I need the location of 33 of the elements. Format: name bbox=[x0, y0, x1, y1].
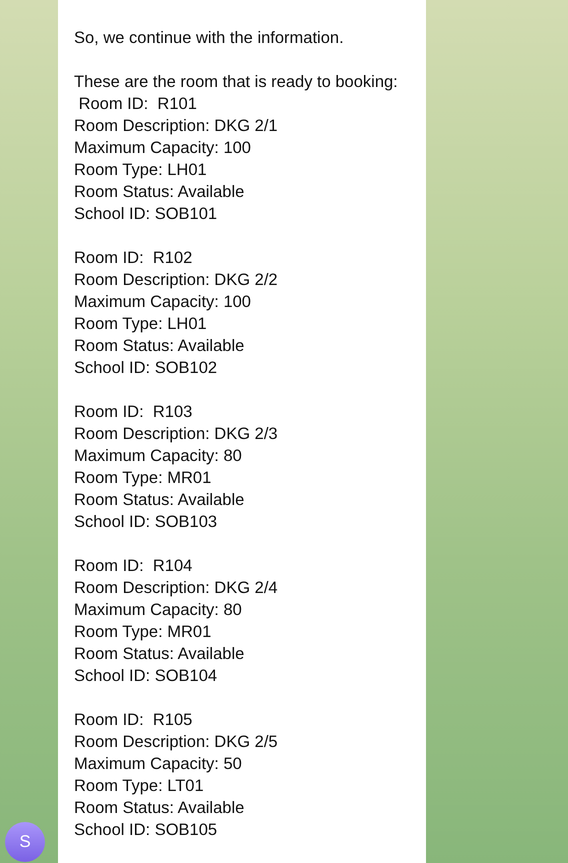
message-line: Room Type: LH01 bbox=[74, 314, 208, 335]
message-line: Room Type: MR01 bbox=[74, 622, 212, 643]
message-line: Maximum Capacity: 80 bbox=[74, 600, 243, 621]
message-line: Room Status: Available bbox=[74, 644, 246, 665]
message-line: Room Description: DKG 2/1 bbox=[74, 116, 279, 137]
message-line: Room Description: DKG 2/2 bbox=[74, 270, 279, 291]
message-line: Room ID: R105 bbox=[74, 710, 194, 731]
message-line: Room ID: R101 bbox=[78, 94, 198, 115]
message-line: Room ID: R102 bbox=[74, 248, 194, 269]
message-line: Room Status: Available bbox=[74, 798, 246, 819]
sender-avatar[interactable]: S bbox=[5, 822, 45, 862]
message-line: Room Type: LT01 bbox=[74, 776, 205, 797]
message-line: School ID: SOB105 bbox=[74, 820, 218, 841]
message-line: School ID: SOB103 bbox=[74, 512, 218, 533]
message-line: So, we continue with the information. bbox=[74, 28, 345, 49]
message-line: Maximum Capacity: 100 bbox=[74, 138, 252, 159]
message-line: School ID: SOB102 bbox=[74, 358, 218, 379]
message-line: Room ID: R104 bbox=[74, 556, 194, 577]
message-line: Room Status: Available bbox=[74, 490, 246, 511]
message-line: Maximum Capacity: 80 bbox=[74, 446, 243, 467]
message-line: Room Status: Available bbox=[74, 336, 246, 357]
message-line: Room Type: MR01 bbox=[74, 468, 212, 489]
message-line: School ID: SOB101 bbox=[74, 204, 218, 225]
message-line: Room Description: DKG 2/3 bbox=[74, 424, 279, 445]
message-line: School ID: SOB104 bbox=[74, 666, 218, 687]
message-line: Maximum Capacity: 50 bbox=[74, 754, 243, 775]
message-line: Maximum Capacity: 100 bbox=[74, 292, 252, 313]
message-line: Room Type: LH01 bbox=[74, 160, 208, 181]
message-line: Room ID: R103 bbox=[74, 402, 194, 423]
message-line: These are the room that is ready to booking: bbox=[74, 72, 399, 93]
message-line: Room Description: DKG 2/4 bbox=[74, 578, 279, 599]
message-line: Room Description: DKG 2/5 bbox=[74, 732, 279, 753]
message-line: Room Status: Available bbox=[74, 182, 246, 203]
